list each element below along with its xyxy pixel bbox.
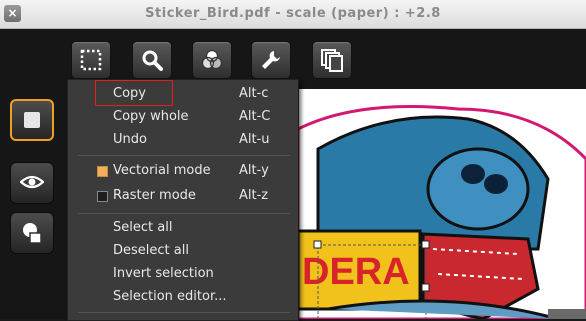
pages-icon bbox=[321, 49, 343, 72]
zoom-tool-button[interactable] bbox=[132, 41, 172, 79]
eye-icon bbox=[20, 175, 44, 189]
square-mode-button[interactable] bbox=[10, 99, 54, 141]
settings-tool-button[interactable] bbox=[251, 41, 291, 79]
selection-icon bbox=[80, 49, 102, 71]
vectorial-mode-checkbox[interactable] bbox=[97, 166, 108, 177]
menu-item-select-all[interactable]: Select all bbox=[68, 217, 298, 239]
menu-separator bbox=[78, 312, 290, 313]
menu-item-undo[interactable]: Undo Alt-u bbox=[68, 129, 298, 151]
sticker-artwork: DERA bbox=[298, 105, 586, 319]
menu-separator bbox=[78, 155, 290, 156]
color-tool-button[interactable] bbox=[192, 41, 232, 79]
menu-item-selection-editor[interactable]: Selection editor... bbox=[68, 286, 298, 308]
menu-item-copy-whole[interactable]: Copy whole Alt-C bbox=[68, 106, 298, 128]
square-mode-icon bbox=[24, 112, 40, 128]
magnifier-icon bbox=[142, 50, 163, 71]
wrench-icon bbox=[262, 51, 280, 69]
document-preview[interactable]: DERA bbox=[298, 89, 586, 319]
color-channels-icon bbox=[201, 49, 223, 70]
menu-item-raster-mode[interactable]: Raster mode Alt-z bbox=[68, 185, 298, 207]
menu-item-invert-selection[interactable]: Invert selection bbox=[68, 263, 298, 285]
context-menu: Copy Alt-c Copy whole Alt-C Undo Alt-u V… bbox=[67, 79, 299, 321]
menu-item-deselect-all[interactable]: Deselect all bbox=[68, 240, 298, 262]
shapes-icon bbox=[23, 223, 42, 244]
menu-separator bbox=[78, 213, 290, 214]
menu-item-vectorial-mode[interactable]: Vectorial mode Alt-y bbox=[68, 160, 298, 182]
shapes-mode-button[interactable] bbox=[10, 212, 54, 254]
pages-tool-button[interactable] bbox=[312, 41, 352, 79]
highlight-box bbox=[95, 80, 173, 106]
window-title: Sticker_Bird.pdf - scale (paper) : +2.8 bbox=[145, 6, 441, 21]
selection-tool-button[interactable] bbox=[71, 41, 111, 79]
view-mode-button[interactable] bbox=[10, 162, 54, 204]
title-bar: × Sticker_Bird.pdf - scale (paper) : +2.… bbox=[0, 0, 586, 29]
raster-mode-checkbox[interactable] bbox=[97, 191, 108, 202]
